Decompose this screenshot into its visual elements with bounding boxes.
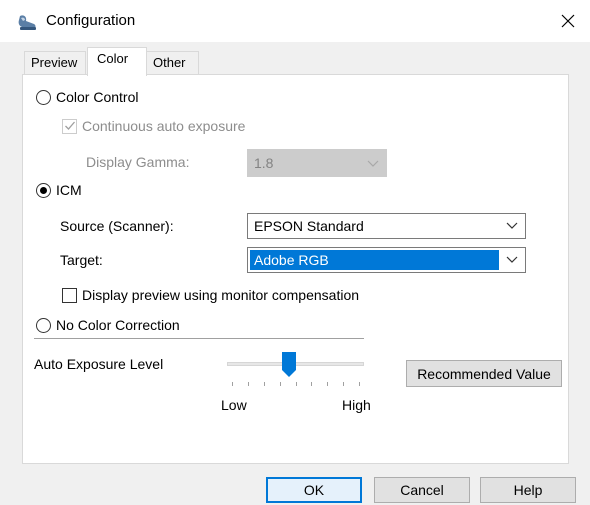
tab-other[interactable]: Other	[146, 51, 199, 74]
display-gamma-label: Display Gamma:	[86, 154, 190, 170]
color-control-label: Color Control	[56, 89, 139, 105]
continuous-auto-exposure-label: Continuous auto exposure	[82, 118, 246, 134]
slider-tick	[279, 382, 281, 386]
color-control-radio[interactable]	[36, 90, 51, 105]
slider-tick	[295, 382, 297, 386]
tab-color[interactable]: Color	[87, 47, 147, 76]
slider-tick	[247, 382, 249, 386]
chevron-down-icon	[506, 256, 518, 263]
slider-tick	[263, 382, 265, 386]
tab-preview[interactable]: Preview	[24, 51, 86, 74]
source-scanner-label: Source (Scanner):	[60, 218, 174, 234]
icm-label: ICM	[56, 182, 82, 198]
display-gamma-select[interactable]: 1.8	[247, 149, 387, 177]
tab-color-label: Color	[97, 51, 129, 66]
slider-low-label: Low	[221, 397, 247, 413]
slider-tick	[327, 382, 329, 386]
ok-button[interactable]: OK	[266, 477, 362, 503]
target-value: Adobe RGB	[254, 252, 329, 268]
target-label: Target:	[60, 252, 103, 268]
monitor-compensation-checkbox[interactable]	[62, 288, 77, 303]
checkmark-icon	[65, 121, 75, 130]
cancel-label: Cancel	[400, 482, 444, 498]
cancel-button[interactable]: Cancel	[374, 477, 470, 503]
no-color-correction-label: No Color Correction	[56, 317, 180, 333]
source-scanner-value: EPSON Standard	[254, 218, 364, 234]
close-icon	[561, 14, 575, 28]
recommended-value-label: Recommended Value	[417, 365, 551, 382]
recommended-value-button[interactable]: Recommended Value	[406, 360, 562, 387]
icm-radio[interactable]	[36, 183, 51, 198]
display-gamma-value: 1.8	[254, 155, 274, 171]
chevron-down-icon	[506, 222, 518, 229]
window-title: Configuration	[46, 12, 136, 29]
tab-preview-label: Preview	[31, 55, 78, 70]
slider-tick	[232, 382, 233, 386]
tab-other-label: Other	[153, 55, 186, 70]
title-bar: Configuration	[0, 0, 590, 42]
auto-exposure-level-label: Auto Exposure Level	[34, 356, 164, 372]
help-label: Help	[513, 482, 543, 498]
slider-tick	[359, 382, 360, 386]
no-color-correction-radio[interactable]	[36, 318, 51, 333]
auto-exposure-slider-thumb[interactable]	[282, 352, 297, 378]
section-divider	[34, 338, 364, 339]
continuous-auto-exposure-checkbox[interactable]	[62, 119, 77, 134]
scanner-app-icon	[17, 12, 39, 32]
target-selection-highlight: Adobe RGB	[250, 250, 499, 270]
chevron-down-icon	[367, 160, 379, 167]
help-button[interactable]: Help	[480, 477, 576, 503]
slider-high-label: High	[342, 397, 371, 413]
slider-tick	[343, 382, 345, 386]
ok-label: OK	[303, 482, 325, 498]
source-scanner-select[interactable]: EPSON Standard	[247, 213, 526, 239]
monitor-compensation-label: Display preview using monitor compensati…	[82, 287, 360, 303]
target-select[interactable]: Adobe RGB	[247, 247, 526, 273]
close-button[interactable]	[550, 4, 586, 38]
slider-tick	[311, 382, 313, 386]
